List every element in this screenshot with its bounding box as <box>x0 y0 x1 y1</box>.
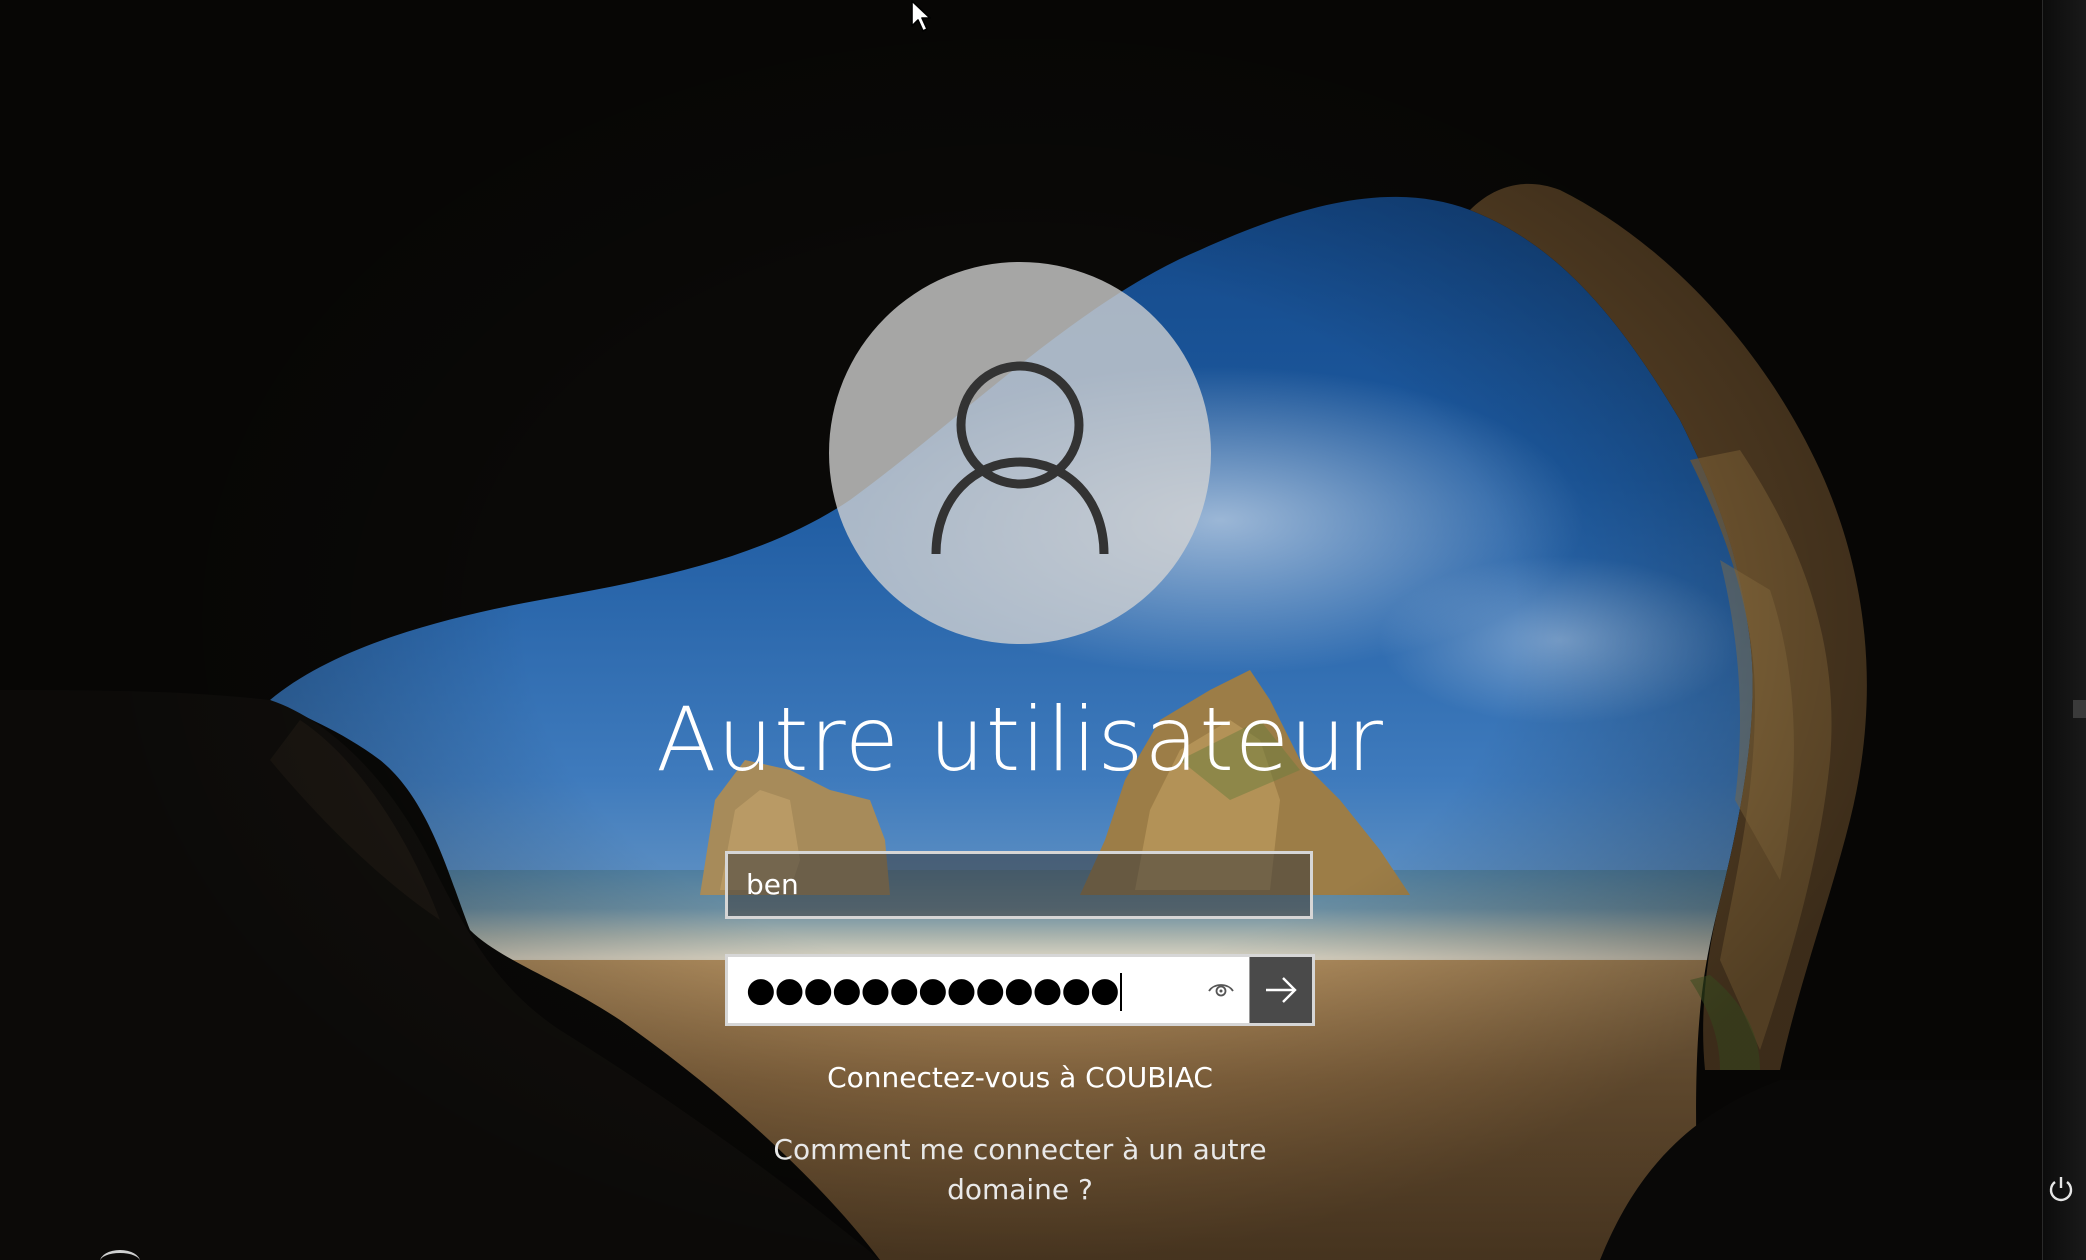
username-field[interactable]: ben <box>725 851 1313 919</box>
window-edge-strip <box>2042 0 2086 1260</box>
signin-domain-label: Connectez-vous à COUBIAC <box>827 1061 1213 1094</box>
submit-button[interactable] <box>1249 957 1312 1023</box>
text-caret <box>1119 972 1122 1011</box>
user-silhouette-icon <box>931 361 1109 555</box>
mouse-cursor-icon <box>911 0 931 32</box>
lock-screen: Autre utilisateur ben ●●●●●●●●●●●●● Conn… <box>0 0 2086 1260</box>
eye-icon[interactable] <box>1206 977 1236 1003</box>
edge-notch <box>2073 700 2086 718</box>
password-field[interactable]: ●●●●●●●●●●●●● <box>728 957 1252 1023</box>
avatar <box>829 262 1211 644</box>
password-mask: ●●●●●●●●●●●●● <box>746 970 1120 1010</box>
page-title: Autre utilisateur <box>656 688 1384 791</box>
password-row: ●●●●●●●●●●●●● <box>725 954 1315 1026</box>
power-icon[interactable] <box>2046 1174 2076 1204</box>
arrow-right-icon <box>1266 977 1297 1003</box>
other-domain-link[interactable]: Comment me connecter à un autre domaine … <box>745 1130 1295 1210</box>
